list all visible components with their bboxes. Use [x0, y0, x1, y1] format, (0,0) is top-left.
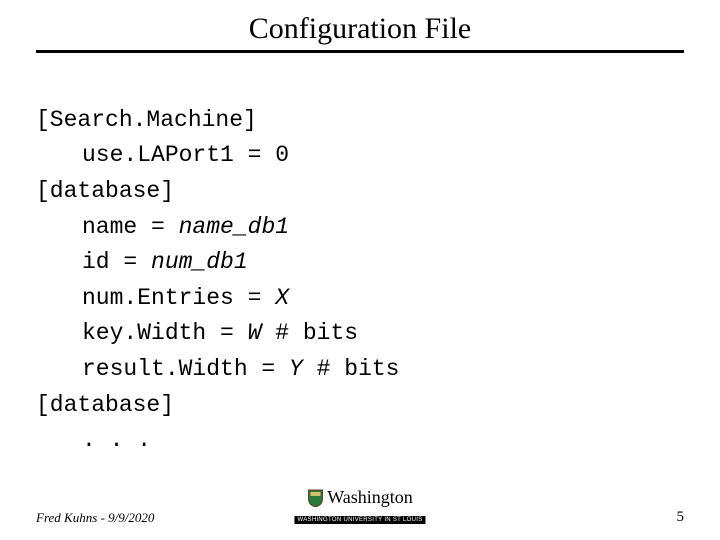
code-text: name =: [82, 214, 179, 240]
code-var: W: [248, 320, 262, 346]
code-line: id = num_db1: [36, 249, 248, 275]
code-line: use.LAPort1 = 0: [36, 142, 289, 168]
code-var: Y: [289, 356, 303, 382]
code-var: num_db1: [151, 249, 248, 275]
config-code-block: [Search.Machine] use.LAPort1 = 0 [databa…: [36, 67, 684, 459]
code-text: id =: [82, 249, 151, 275]
code-line: key.Width = W # bits: [36, 320, 358, 346]
code-line: [database]: [36, 392, 174, 418]
code-text: # bits: [303, 356, 400, 382]
code-line: num.Entries = X: [36, 285, 289, 311]
page-number: 5: [677, 509, 685, 526]
code-text: key.Width =: [82, 320, 248, 346]
code-text: result.Width =: [82, 356, 289, 382]
slide-footer: Fred Kuhns - 9/9/2020 Washington WASHING…: [36, 509, 684, 526]
slide-title: Configuration File: [36, 12, 684, 53]
org-subtitle: WASHINGTON UNIVERSITY IN ST LOUIS: [294, 516, 425, 524]
code-line: result.Width = Y # bits: [36, 356, 399, 382]
code-var: name_db1: [179, 214, 289, 240]
shield-icon: [307, 489, 323, 507]
org-name: Washington: [327, 487, 413, 508]
code-line: [database]: [36, 178, 174, 204]
code-text: # bits: [261, 320, 358, 346]
org-block: Washington WASHINGTON UNIVERSITY IN ST L…: [294, 487, 425, 526]
code-text: num.Entries =: [82, 285, 275, 311]
code-line: [Search.Machine]: [36, 107, 257, 133]
code-var: X: [275, 285, 289, 311]
code-line: name = name_db1: [36, 214, 289, 240]
author-date: Fred Kuhns - 9/9/2020: [36, 510, 154, 526]
code-line: . . .: [36, 427, 151, 453]
